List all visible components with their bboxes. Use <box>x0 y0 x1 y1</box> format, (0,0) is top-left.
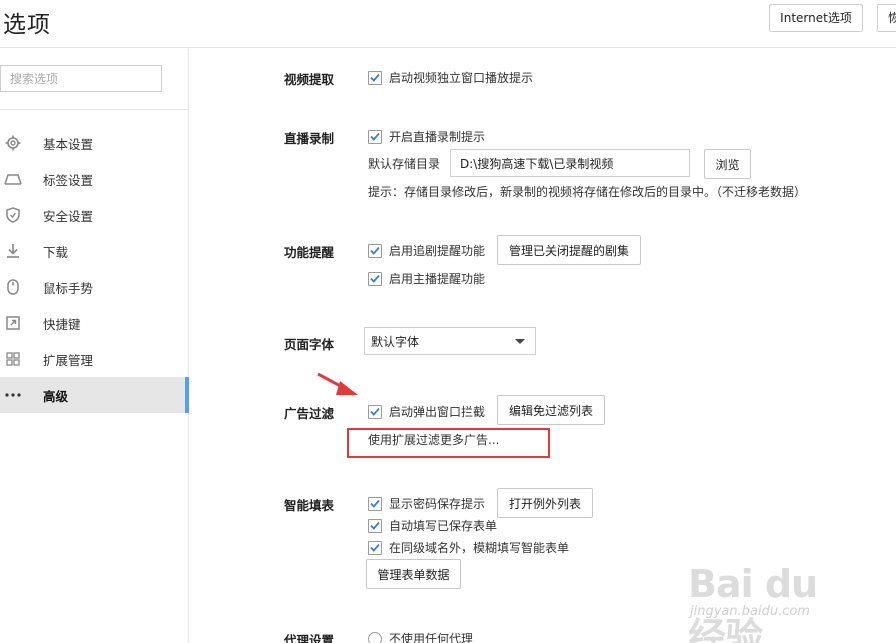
live-record-option[interactable]: 开启直播录制提示 <box>368 128 485 145</box>
font-select[interactable]: 默认字体 <box>364 327 536 355</box>
password-save-option[interactable]: 显示密码保存提示 <box>368 495 485 512</box>
checkbox-label: 开启直播录制提示 <box>389 130 486 144</box>
storage-dir-input[interactable] <box>450 149 690 177</box>
download-icon <box>0 233 26 269</box>
sidebar-item-tabs[interactable]: 标签设置 <box>0 161 188 197</box>
page-title: 选项 <box>3 12 51 38</box>
radio-label: 不使用任何代理 <box>389 632 474 643</box>
popup-block-checkbox[interactable] <box>368 404 382 419</box>
autofill-saved-checkbox[interactable] <box>368 518 382 533</box>
section-label-adfilter: 广告过滤 <box>284 406 335 421</box>
tab-icon <box>0 161 26 197</box>
section-label-proxy: 代理设置 <box>284 633 335 643</box>
shield-icon <box>0 197 26 233</box>
extensions-icon <box>0 341 26 377</box>
sidebar-item-label: 下载 <box>43 244 69 260</box>
fuzzy-fill-option[interactable]: 在同级域名外，模糊填写智能表单 <box>368 539 569 556</box>
no-proxy-radio[interactable] <box>368 631 382 643</box>
checkbox-label: 自动填写已保存表单 <box>389 519 498 533</box>
sidebar-item-label: 扩展管理 <box>43 352 94 368</box>
edit-whitelist-button[interactable]: 编辑免过滤列表 <box>497 395 605 425</box>
drama-remind-option[interactable]: 启用追剧提醒功能 <box>368 242 485 259</box>
sidebar-item-mouse-gestures[interactable]: 鼠标手势 <box>0 269 188 305</box>
section-label-autofill: 智能填表 <box>284 498 335 513</box>
restore-defaults-button[interactable]: 恢 <box>877 4 896 32</box>
storage-hint: 提示：存储目录修改后，新录制的视频将存储在修改后的目录中。（不迁移老数据） <box>368 185 807 199</box>
checkbox-label: 启用主播提醒功能 <box>389 272 486 286</box>
search-input[interactable] <box>0 65 162 92</box>
gear-icon <box>0 125 26 161</box>
checkbox-label: 启动弹出窗口拦截 <box>389 405 486 419</box>
manage-form-data-button[interactable]: 管理表单数据 <box>366 559 461 589</box>
mouse-icon <box>0 269 26 305</box>
sidebar-item-extensions[interactable]: 扩展管理 <box>0 341 188 377</box>
live-record-checkbox[interactable] <box>368 129 382 144</box>
sidebar-item-shortcuts[interactable]: 快捷键 <box>0 305 188 341</box>
section-label-video: 视频提取 <box>284 72 335 87</box>
sidebar-item-label: 安全设置 <box>43 208 94 224</box>
section-label-font: 页面字体 <box>284 337 335 352</box>
sidebar-item-download[interactable]: 下载 <box>0 233 188 269</box>
sidebar-divider <box>0 109 188 110</box>
window-header: 选项 Internet选项 恢 <box>0 0 896 48</box>
checkbox-label: 启动视频独立窗口播放提示 <box>389 71 534 85</box>
sidebar-item-label: 标签设置 <box>43 172 94 188</box>
autofill-saved-option[interactable]: 自动填写已保存表单 <box>368 517 497 534</box>
host-remind-option[interactable]: 启用主播提醒功能 <box>368 270 485 287</box>
host-remind-checkbox[interactable] <box>368 271 382 286</box>
sidebar-item-security[interactable]: 安全设置 <box>0 197 188 233</box>
more-icon <box>0 377 26 413</box>
open-exceptions-button[interactable]: 打开例外列表 <box>497 488 593 518</box>
sidebar-item-label: 基本设置 <box>43 136 94 152</box>
shortcut-icon <box>0 305 26 341</box>
chevron-down-icon <box>515 339 525 344</box>
section-label-live: 直播录制 <box>284 131 335 146</box>
storage-dir-label: 默认存储目录 <box>368 157 441 171</box>
sidebar: 基本设置 标签设置 安全设置 下载 鼠标手势 快捷键 扩展管理 <box>0 49 189 643</box>
checkbox-label: 显示密码保存提示 <box>389 497 486 511</box>
sidebar-item-label: 鼠标手势 <box>43 280 94 296</box>
checkbox-label: 在同级域名外，模糊填写智能表单 <box>389 541 570 555</box>
sidebar-item-label: 高级 <box>43 388 69 404</box>
sidebar-item-label: 快捷键 <box>43 316 81 332</box>
drama-remind-checkbox[interactable] <box>368 243 382 258</box>
video-popup-checkbox[interactable] <box>368 70 382 85</box>
video-popup-option[interactable]: 启动视频独立窗口播放提示 <box>368 69 533 86</box>
annotation-arrow-icon <box>317 372 358 395</box>
password-save-checkbox[interactable] <box>368 496 382 511</box>
sidebar-item-advanced[interactable]: 高级 <box>0 377 189 413</box>
section-label-remind: 功能提醒 <box>284 245 335 260</box>
manage-closed-reminders-button[interactable]: 管理已关闭提醒的剧集 <box>497 235 641 265</box>
annotation-highlight-box <box>347 428 550 458</box>
internet-options-button[interactable]: Internet选项 <box>769 4 863 32</box>
popup-block-option[interactable]: 启动弹出窗口拦截 <box>368 403 485 420</box>
no-proxy-option[interactable]: 不使用任何代理 <box>368 630 473 643</box>
font-select-value: 默认字体 <box>371 334 420 349</box>
checkbox-label: 启用追剧提醒功能 <box>389 244 486 258</box>
sidebar-item-basic[interactable]: 基本设置 <box>0 125 188 161</box>
browse-button[interactable]: 浏览 <box>704 149 751 179</box>
settings-content: 视频提取 启动视频独立窗口播放提示 直播录制 开启直播录制提示 默认存储目录 浏… <box>190 49 896 643</box>
fuzzy-fill-checkbox[interactable] <box>368 540 382 555</box>
